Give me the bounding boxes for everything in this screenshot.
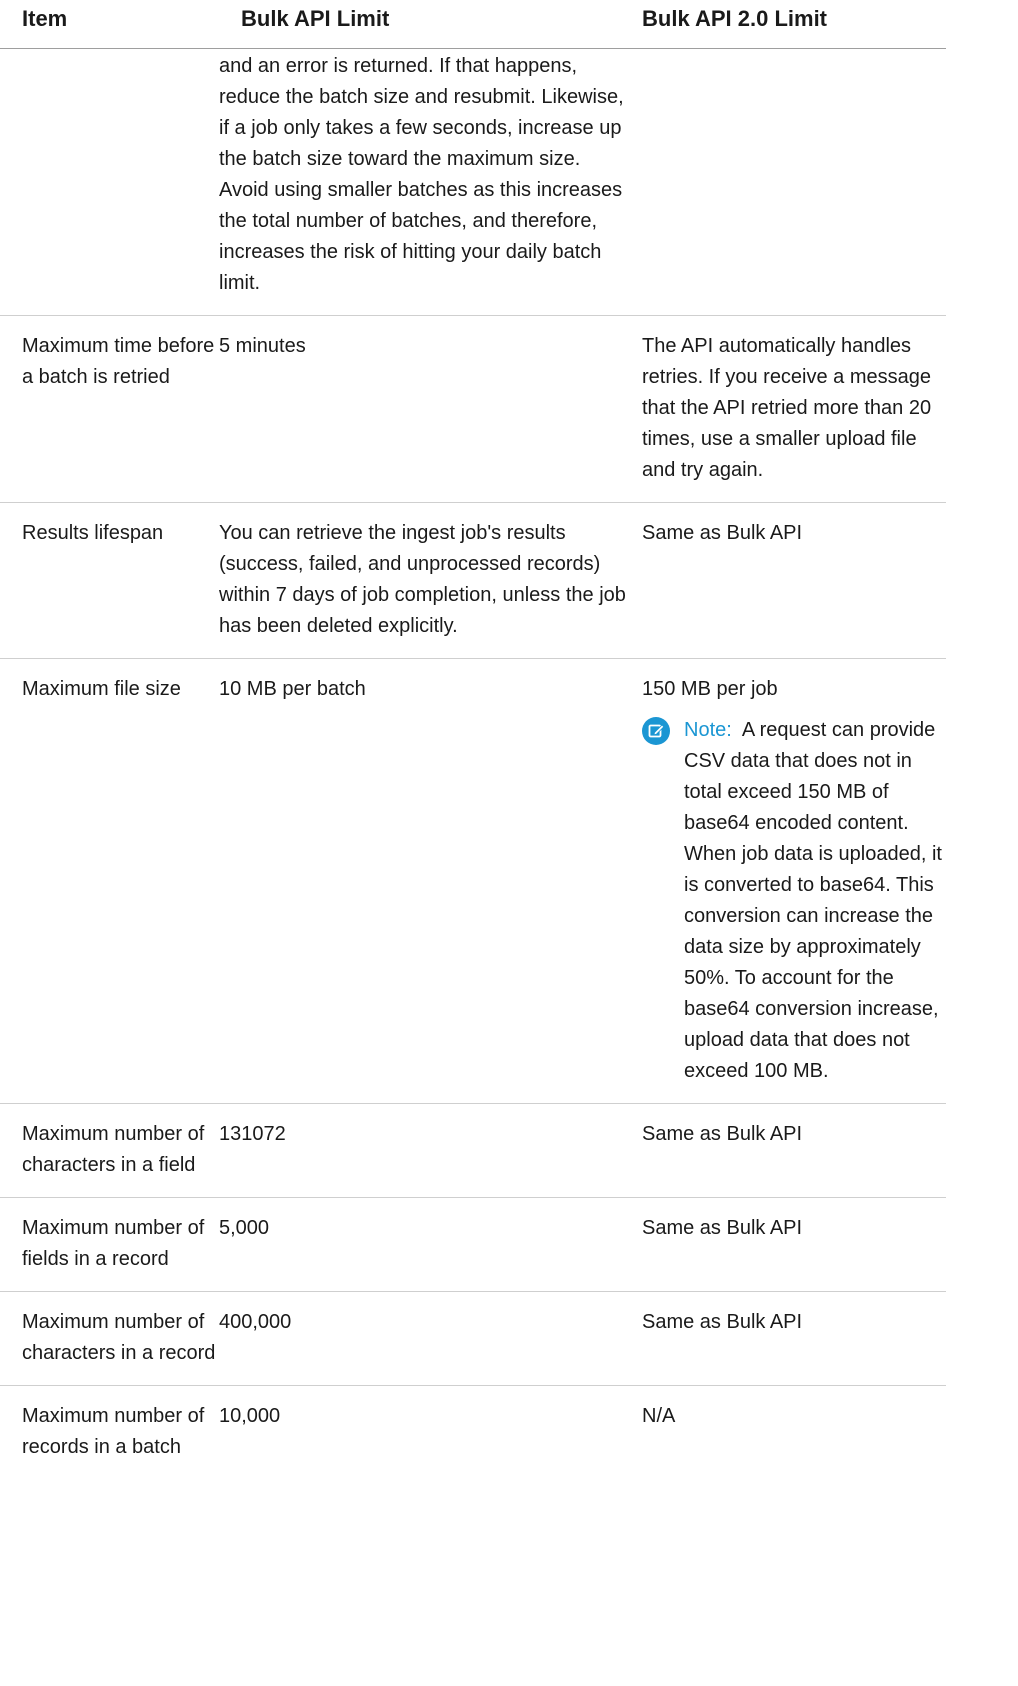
table-row: Maximum number of records in a batch 10,…: [0, 1386, 946, 1480]
cell-bulk-limit: 10,000: [219, 1405, 281, 1427]
cell-bulk-limit: 5,000: [219, 1197, 641, 1292]
header-item: Item: [0, 0, 219, 49]
table-row: Maximum number of fields in a record 5,0…: [0, 1197, 946, 1292]
cell-bulk-limit: 131072: [219, 1103, 641, 1198]
cell-bulk-limit: 400,000: [219, 1291, 641, 1386]
note-label: Note:: [684, 719, 732, 741]
table-row: Maximum number of characters in a field …: [0, 1103, 946, 1198]
bulk-api-limits-table: Item Bulk API Limit Bulk API 2.0 Limit a…: [0, 0, 946, 1479]
cell-item: [0, 48, 219, 316]
cell-bulk2-limit: Same as Bulk API: [641, 502, 946, 659]
table-row: and an error is returned. If that happen…: [0, 48, 946, 316]
table-row: Results lifespan You can retrieve the in…: [0, 502, 946, 659]
cell-bulk-limit: and an error is returned. If that happen…: [219, 48, 641, 316]
cell-bulk-limit: You can retrieve the ingest job's result…: [219, 502, 641, 659]
cell-bulk-limit: 10 MB per batch: [219, 658, 641, 1104]
limits-table-page: Item Bulk API Limit Bulk API 2.0 Limit a…: [0, 0, 946, 1479]
note-edit-icon: [642, 717, 670, 745]
cell-item: Maximum number of characters in a field: [0, 1103, 219, 1198]
cell-bulk2-limit: Same as Bulk API: [641, 1197, 946, 1292]
cell-item: Maximum file size: [0, 658, 219, 1104]
note-body: Note: A request can provide CSV data tha…: [684, 715, 942, 1087]
table-row: Maximum number of characters in a record…: [0, 1291, 946, 1386]
table-row: Maximum file size 10 MB per batch 150 MB…: [0, 658, 946, 1104]
cell-bulk2-limit: N/A: [642, 1405, 676, 1427]
cell-bulk2-limit: [641, 48, 946, 316]
cell-item: Maximum time before a batch is retried: [0, 315, 219, 503]
cell-item: Maximum number of fields in a record: [0, 1197, 219, 1292]
note-text: A request can provide CSV data that does…: [684, 719, 942, 1082]
header-bulk-api-limit: Bulk API Limit: [219, 0, 641, 49]
cell-bulk2-value: 150 MB per job: [642, 678, 778, 700]
cell-bulk2-limit: Same as Bulk API: [641, 1103, 946, 1198]
header-bulk-api-2-limit: Bulk API 2.0 Limit: [641, 0, 946, 49]
cell-item: Maximum number of records in a batch: [22, 1405, 205, 1458]
cell-item: Results lifespan: [0, 502, 219, 659]
header-row: Item Bulk API Limit Bulk API 2.0 Limit: [0, 0, 946, 49]
table-body: and an error is returned. If that happen…: [0, 48, 946, 1480]
cell-item: Maximum number of characters in a record: [0, 1291, 219, 1386]
cell-bulk2-limit: Same as Bulk API: [641, 1291, 946, 1386]
note-callout: Note: A request can provide CSV data tha…: [642, 715, 942, 1087]
table-header: Item Bulk API Limit Bulk API 2.0 Limit: [0, 0, 946, 49]
cell-bulk2-limit: 150 MB per job Note: A request can provi: [641, 658, 946, 1104]
table-row: Maximum time before a batch is retried 5…: [0, 315, 946, 503]
cell-bulk2-limit: The API automatically handles retries. I…: [641, 315, 946, 503]
cell-bulk-limit: 5 minutes: [219, 315, 641, 503]
